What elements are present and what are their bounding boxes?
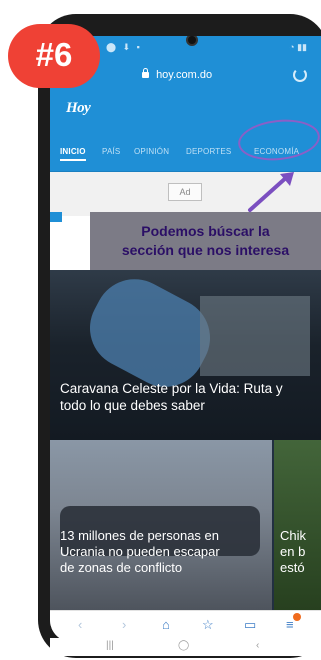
site-logo[interactable]: Hoy	[66, 100, 91, 117]
step-number: #6	[35, 36, 73, 73]
second-caption-line-1[interactable]: Chik	[280, 528, 321, 544]
callout-line-2: sección que nos interesa	[121, 242, 290, 258]
step-badge: #6	[8, 24, 100, 88]
instruction-callout: Podemos búscar la sección que nos intere…	[90, 212, 321, 270]
system-nav-bar: ||| ◯ ‹	[50, 638, 321, 656]
tabs-icon[interactable]: ▭	[244, 617, 256, 633]
section-navbar: INICIO PAÍS OPINIÓN DEPORTES ECONOMÍA	[50, 115, 321, 172]
system-home-icon[interactable]: ◯	[178, 640, 189, 651]
hero-title-line-1[interactable]: Caravana Celeste por la Vida: Ruta y	[60, 380, 320, 397]
nav-opinion[interactable]: OPINIÓN	[134, 147, 169, 156]
lock-icon	[142, 68, 149, 78]
second-caption[interactable]: Chik en b estó	[280, 528, 321, 576]
home-icon[interactable]: ⌂	[162, 617, 170, 632]
status-icons-right: ◔ ▮▮	[289, 42, 307, 52]
nav-deportes[interactable]: DEPORTES	[186, 147, 231, 156]
back-icon[interactable]: ‹	[78, 617, 82, 632]
browser-bottom-bar: ‹ › ⌂ ☆ ▭ ≡	[50, 610, 321, 640]
hero-title-line-2[interactable]: todo lo que debes saber	[60, 397, 320, 414]
url-text[interactable]: hoy.com.do	[156, 69, 212, 81]
ukraine-caption-line-1[interactable]: 13 millones de personas en	[60, 528, 270, 544]
article-card-ukraine[interactable]	[50, 440, 272, 610]
reload-icon[interactable]	[293, 68, 307, 82]
system-back-icon[interactable]: ‹	[256, 640, 259, 651]
menu-icon[interactable]: ≡	[286, 617, 294, 632]
phone-screen: ⬤ ⬇ ▪ ◔ ▮▮ hoy.com.do Hoy INICIO PAÍS OP…	[50, 36, 321, 642]
recents-icon[interactable]: |||	[106, 640, 114, 651]
article-row: 13 millones de personas en Ucrania no pu…	[50, 440, 321, 610]
ad-label[interactable]: Ad	[168, 183, 202, 201]
callout-line-1: Podemos búscar la	[141, 223, 270, 239]
ukraine-caption[interactable]: 13 millones de personas en Ucrania no pu…	[60, 528, 270, 576]
nav-pais[interactable]: PAÍS	[102, 147, 120, 156]
ukraine-caption-line-2[interactable]: Ucrania no pueden escapar	[60, 544, 270, 560]
ukraine-caption-line-3[interactable]: de zonas de conflicto	[60, 560, 270, 576]
front-camera	[186, 36, 198, 46]
nav-inicio[interactable]: INICIO	[60, 147, 86, 161]
second-caption-line-3[interactable]: estó	[280, 560, 321, 576]
callout-text: Podemos búscar la sección que nos intere…	[90, 222, 321, 260]
status-icons-left: ⬤ ⬇ ▪	[106, 42, 142, 52]
forward-icon[interactable]: ›	[122, 617, 126, 632]
hero-article[interactable]: Caravana Celeste por la Vida: Ruta y tod…	[50, 270, 321, 440]
article-card-second[interactable]	[274, 440, 321, 610]
second-caption-line-2[interactable]: en b	[280, 544, 321, 560]
tutorial-frame: ⬤ ⬇ ▪ ◔ ▮▮ hoy.com.do Hoy INICIO PAÍS OP…	[0, 0, 321, 660]
hero-title[interactable]: Caravana Celeste por la Vida: Ruta y tod…	[60, 380, 320, 414]
bookmark-star-icon[interactable]: ☆	[202, 617, 214, 633]
url-text-group[interactable]: hoy.com.do	[142, 68, 212, 81]
play-tag-icon	[50, 212, 62, 222]
hero-image-car	[200, 296, 310, 376]
notification-dot-icon	[293, 613, 301, 621]
